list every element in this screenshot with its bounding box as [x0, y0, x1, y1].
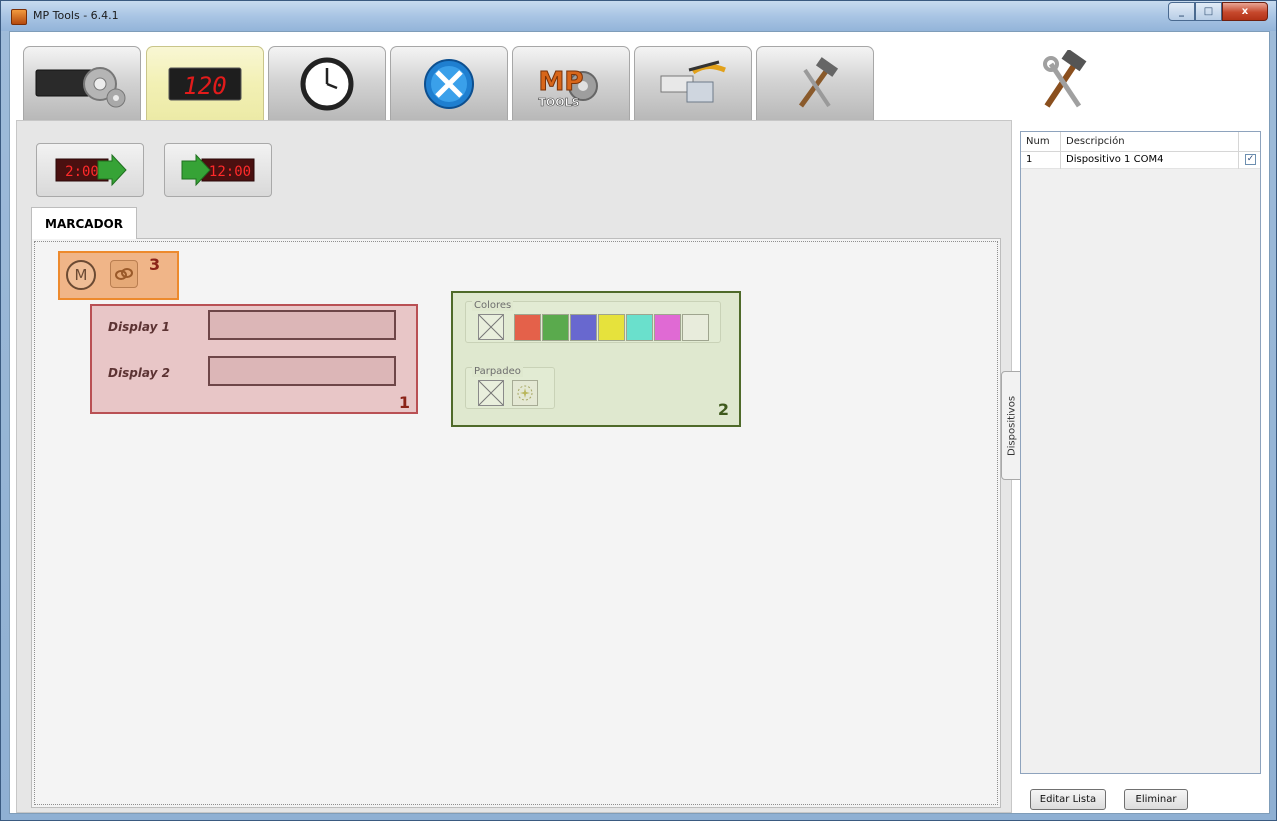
tab-scoreboard[interactable]: 120: [146, 46, 264, 121]
send-to-display-button[interactable]: 2:00: [36, 143, 144, 197]
swatch-cyan[interactable]: [626, 314, 653, 341]
column-check: [1239, 132, 1260, 152]
main-tab-bar: 120 MP TOOLS: [10, 32, 1269, 121]
annotation-box-1: Display 1 Display 2 1: [90, 304, 418, 414]
annotation-box-2: Colores Parpadeo 2: [451, 291, 741, 427]
display-config-icon: [35, 66, 126, 107]
svg-text:MP: MP: [539, 67, 584, 97]
led-scoreboard-icon: 120: [168, 67, 242, 101]
app-window: MP Tools - 6.4.1 _ □ x 120 MP TOOLS 2:00…: [0, 0, 1277, 821]
tab-mp-tools[interactable]: MP TOOLS: [512, 46, 630, 120]
tab-maintenance[interactable]: [756, 46, 874, 120]
no-blink-button[interactable]: [478, 380, 504, 406]
swatch-yellow[interactable]: [598, 314, 625, 341]
device-enabled-checkbox[interactable]: ✓: [1245, 154, 1256, 165]
close-button[interactable]: x: [1222, 2, 1268, 21]
device-description: Dispositivo 1 COM4: [1061, 152, 1239, 169]
chain-link-icon: [115, 268, 133, 280]
hammer-wrench-icon: [798, 56, 839, 107]
window-controls: _ □ x: [1168, 2, 1268, 21]
blink-group: Parpadeo: [465, 366, 555, 409]
clock-icon: [300, 57, 354, 110]
colors-group-title: Colores: [472, 300, 514, 311]
column-num[interactable]: Num: [1021, 132, 1061, 152]
annotation-label-2: 2: [717, 400, 729, 419]
device-table-header: Num Descripción: [1021, 132, 1260, 152]
title-bar[interactable]: MP Tools - 6.4.1 _ □ x: [1, 1, 1276, 31]
blink-group-title: Parpadeo: [472, 366, 523, 377]
main-content-area: 2:00 12:00 MARCADOR M 3 Display 1 Displa…: [16, 120, 1012, 813]
swatch-red[interactable]: [514, 314, 541, 341]
delete-button[interactable]: Eliminar: [1124, 789, 1188, 810]
cross-icon: [478, 380, 504, 406]
colors-group: Colores: [465, 300, 721, 343]
cross-icon: [478, 314, 504, 340]
svg-text:TOOLS: TOOLS: [538, 96, 579, 109]
serial-cable-icon: [660, 60, 726, 102]
tab-display-config[interactable]: [23, 46, 141, 120]
swatch-blue[interactable]: [570, 314, 597, 341]
client-area: 120 MP TOOLS 2:00 12:00 MARCADOR M 3 Dis…: [9, 31, 1270, 814]
no-color-button[interactable]: [478, 314, 504, 340]
minimize-button[interactable]: _: [1168, 2, 1195, 21]
tab-dispositivos[interactable]: Dispositivos: [1001, 371, 1022, 480]
tab-connection[interactable]: [634, 46, 752, 120]
swatch-magenta[interactable]: [654, 314, 681, 341]
marcador-panel: M 3 Display 1 Display 2 1 Colores Parpad…: [31, 238, 1001, 808]
tools-globe-icon: [424, 58, 474, 109]
device-list: Num Descripción 1 Dispositivo 1 COM4 ✓: [1020, 131, 1261, 774]
tools-logo-icon: [1043, 50, 1087, 108]
display1-label: Display 1: [108, 320, 170, 334]
display1-input[interactable]: [208, 310, 396, 340]
display2-label: Display 2: [108, 366, 170, 380]
annotation-box-3: M 3: [58, 251, 179, 300]
device-check-cell: ✓: [1239, 152, 1260, 168]
window-title: MP Tools - 6.4.1: [33, 9, 119, 22]
read-from-display-button[interactable]: 12:00: [164, 143, 272, 197]
mode-button[interactable]: M: [66, 260, 96, 290]
swatch-green[interactable]: [542, 314, 569, 341]
edit-list-button[interactable]: Editar Lista: [1030, 789, 1106, 810]
sparkle-icon: [517, 385, 533, 401]
svg-text:12:00: 12:00: [209, 164, 251, 180]
blink-button[interactable]: [512, 380, 538, 406]
svg-text:2:00: 2:00: [65, 164, 99, 180]
tab-tools[interactable]: [390, 46, 508, 120]
device-num: 1: [1021, 152, 1061, 169]
maximize-button[interactable]: □: [1195, 2, 1222, 21]
table-row[interactable]: 1 Dispositivo 1 COM4 ✓: [1021, 152, 1260, 169]
mp-tools-logo-icon: MP TOOLS: [538, 66, 598, 109]
swatch-white[interactable]: [682, 314, 709, 341]
display2-input[interactable]: [208, 356, 396, 386]
tab-clock[interactable]: [268, 46, 386, 120]
scoreboard-digits: 120: [183, 72, 226, 100]
tab-marcador[interactable]: MARCADOR: [31, 207, 137, 239]
app-icon: [11, 9, 27, 25]
side-tab-label: Dispositivos: [1006, 395, 1017, 456]
send-to-display-icon: 2:00: [55, 153, 127, 187]
link-button[interactable]: [110, 260, 138, 288]
column-description[interactable]: Descripción: [1061, 132, 1239, 152]
read-from-display-icon: 12:00: [181, 153, 255, 187]
color-swatches: [514, 314, 709, 341]
annotation-label-3: 3: [149, 255, 161, 274]
annotation-label-1: 1: [398, 393, 410, 412]
